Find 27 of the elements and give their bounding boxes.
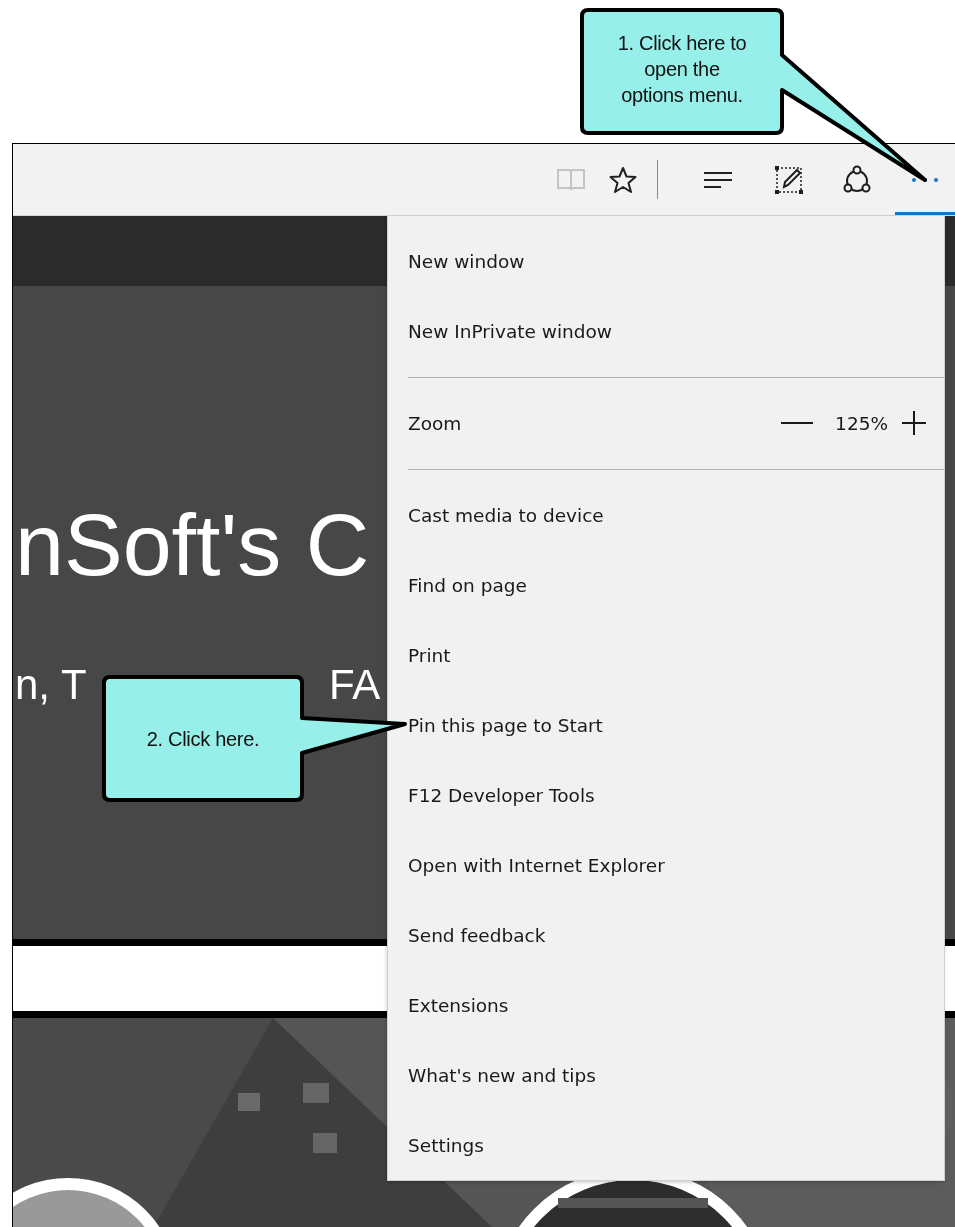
callout-text: 2. Click here. <box>145 727 261 752</box>
menu-item[interactable]: Find on page <box>388 550 944 620</box>
menu-item[interactable]: Send feedback <box>388 900 944 970</box>
zoom-out-button[interactable] <box>781 421 814 425</box>
minus-icon <box>781 421 814 425</box>
menu-item[interactable]: New InPrivate window <box>388 296 944 366</box>
menu-item[interactable]: Open with Internet Explorer <box>388 830 944 900</box>
menu-item[interactable]: Settings <box>388 1110 944 1180</box>
menu-item[interactable]: Cast media to device <box>388 480 944 550</box>
menu-item[interactable]: F12 Developer Tools <box>388 760 944 830</box>
hero-title: nSoft's C <box>15 501 370 589</box>
callout-text: 1. Click here to open the options menu. <box>616 31 748 108</box>
zoom-label: Zoom <box>408 412 463 434</box>
lines-icon <box>703 169 733 190</box>
hero-subtitle: n, T <box>15 664 87 706</box>
menu-item[interactable]: Print <box>388 620 944 690</box>
menu-item[interactable]: Extensions <box>388 970 944 1040</box>
plus-icon <box>902 411 926 435</box>
hero-subtitle: FA <box>329 664 381 706</box>
menu-item[interactable]: What's new and tips <box>388 1040 944 1110</box>
pen-icon <box>774 164 804 195</box>
menu-item[interactable]: Pin this page to Start <box>388 690 944 760</box>
star-icon <box>608 164 638 195</box>
zoom-value: 125% <box>835 412 888 434</box>
book-icon <box>556 166 586 193</box>
zoom-in-button[interactable] <box>902 411 926 435</box>
menu-item[interactable]: New window <box>388 226 944 296</box>
